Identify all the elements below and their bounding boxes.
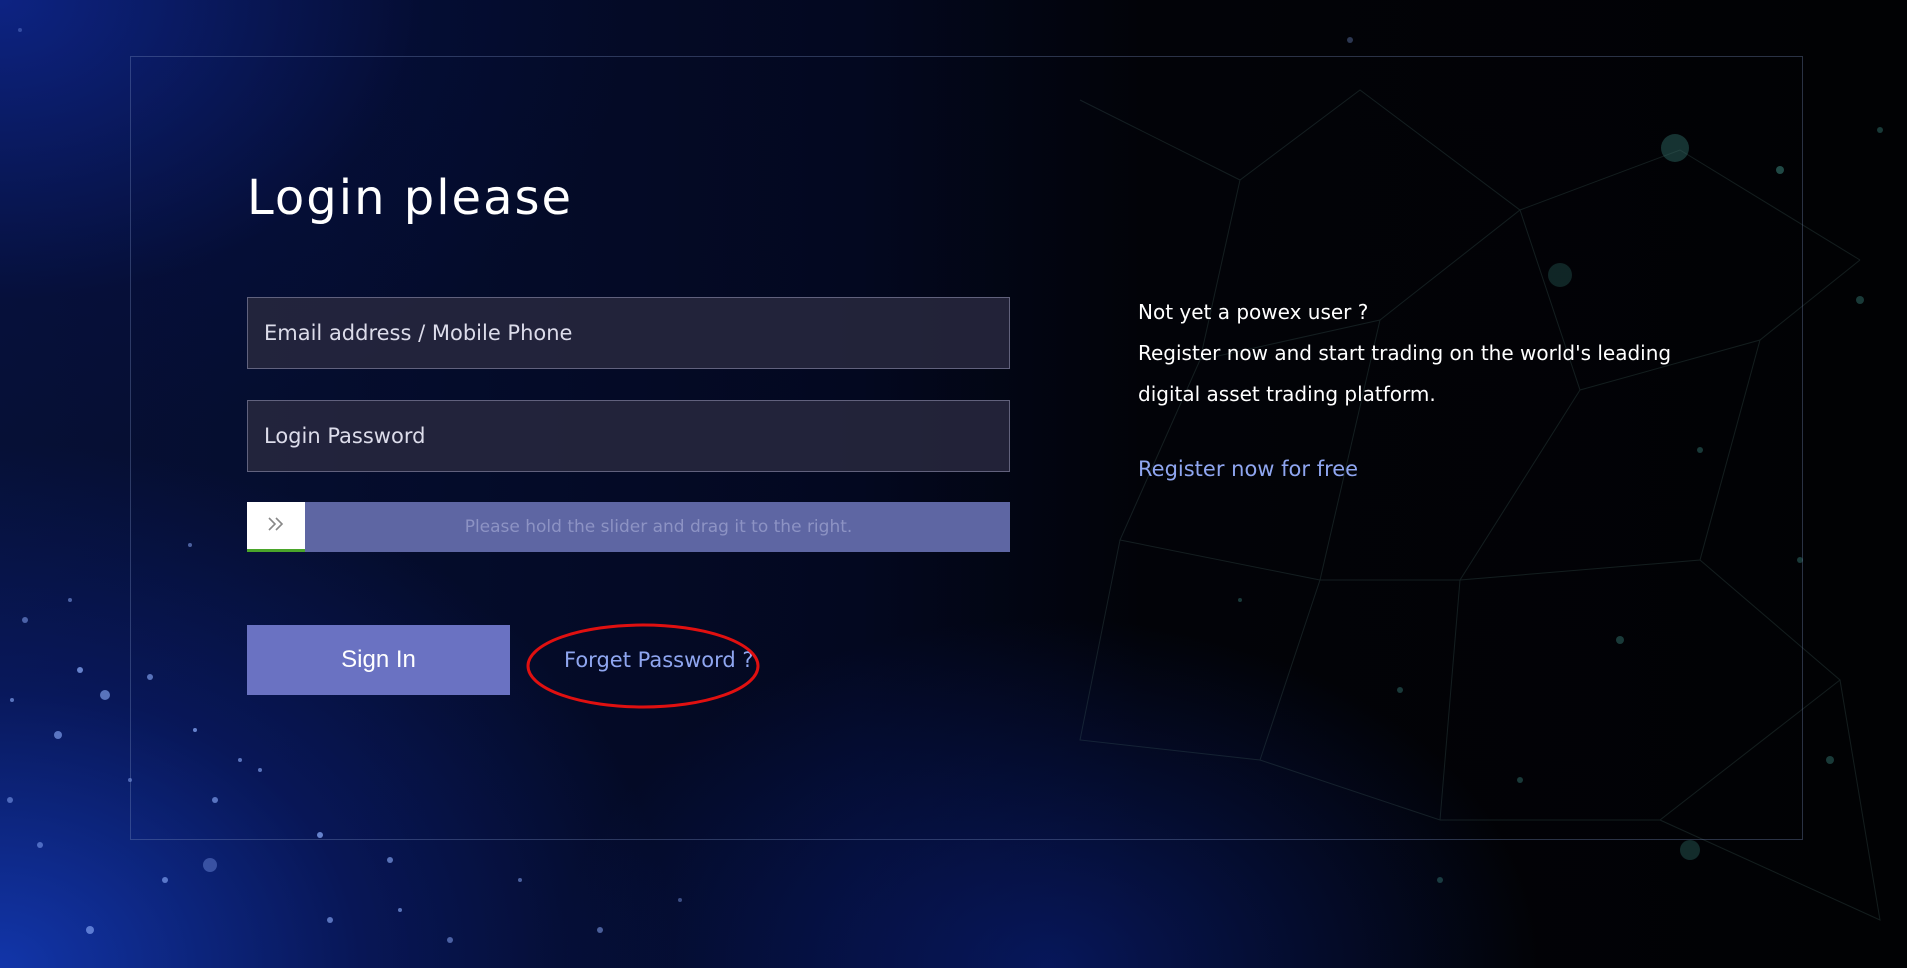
sign-in-button[interactable]: Sign In [247,625,510,695]
register-link[interactable]: Register now for free [1138,457,1358,481]
email-field[interactable]: Email address / Mobile Phone [247,297,1010,369]
slider-hint: Please hold the slider and drag it to th… [464,517,853,537]
promo-line-2: Register now and start trading on the wo… [1138,341,1672,365]
password-placeholder: Login Password [264,424,426,448]
page-title: Login please [247,170,574,226]
double-chevron-right-icon [266,516,286,536]
register-promo: Not yet a powex user ? Register now and … [1138,292,1698,415]
email-placeholder: Email address / Mobile Phone [264,321,573,345]
forget-password-link[interactable]: Forget Password ? [564,648,754,672]
promo-line-1: Not yet a powex user ? [1138,300,1369,324]
slider-captcha[interactable]: Please hold the slider and drag it to th… [247,502,1010,552]
password-field[interactable]: Login Password [247,400,1010,472]
promo-line-3: digital asset trading platform. [1138,382,1436,406]
slider-handle[interactable] [247,502,305,552]
